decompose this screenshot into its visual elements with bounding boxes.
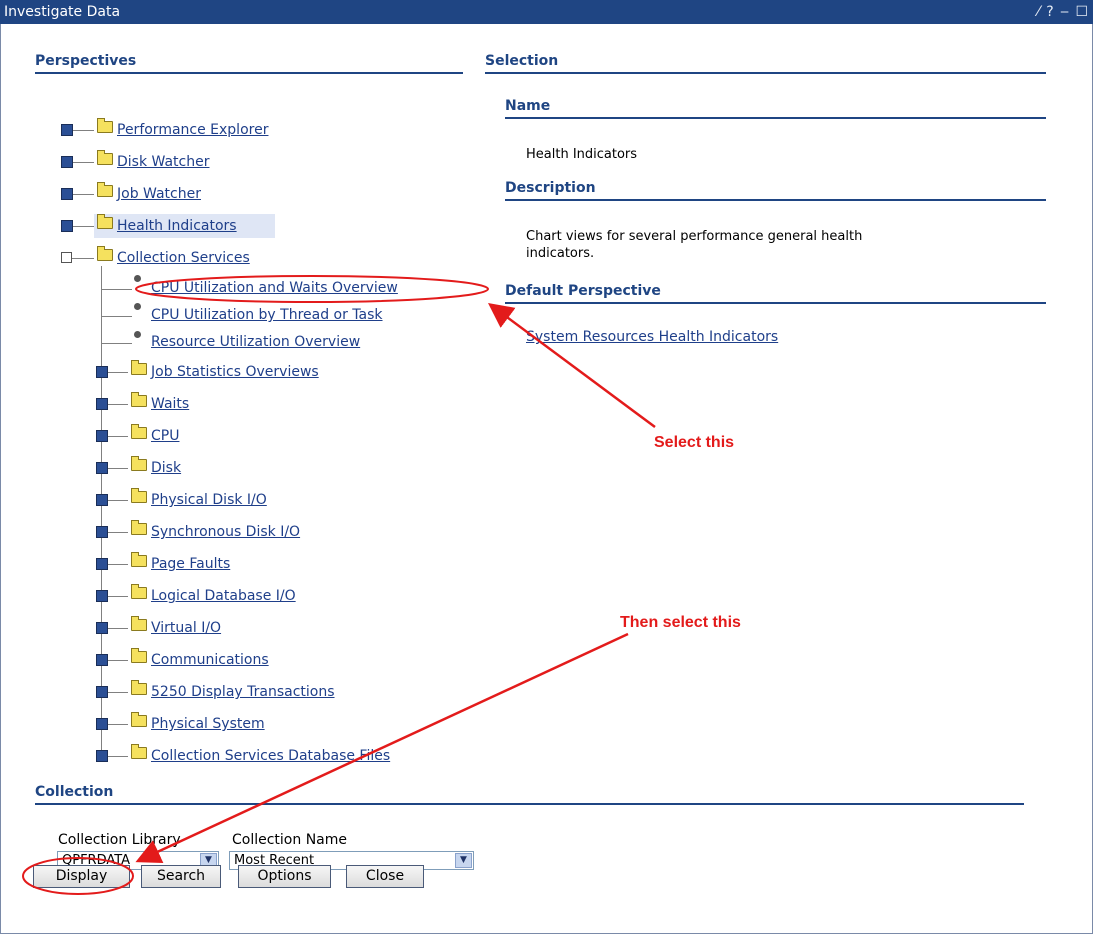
- tree-leaf-resource-utilization[interactable]: Resource Utilization Overview: [151, 334, 360, 350]
- expand-icon[interactable]: [96, 558, 108, 570]
- collection-heading: Collection: [35, 784, 1024, 805]
- tree-item-job-watcher[interactable]: Job Watcher: [117, 186, 201, 202]
- folder-icon: [97, 150, 113, 165]
- display-button[interactable]: Display: [33, 865, 130, 888]
- tree-folder-page-faults[interactable]: Page Faults: [151, 556, 230, 572]
- expand-icon[interactable]: [96, 366, 108, 378]
- folder-icon: [131, 488, 147, 503]
- bullet-icon: [134, 275, 141, 282]
- tree-item-disk-watcher[interactable]: Disk Watcher: [117, 154, 209, 170]
- expand-icon[interactable]: [61, 124, 73, 136]
- folder-icon: [131, 552, 147, 567]
- bullet-icon: [134, 303, 141, 310]
- tree-folder-waits[interactable]: Waits: [151, 396, 189, 412]
- description-line-2: indicators.: [526, 246, 595, 261]
- tree-folder-disk[interactable]: Disk: [151, 460, 181, 476]
- tree-item-health-indicators[interactable]: Health Indicators: [117, 218, 237, 234]
- folder-icon: [97, 214, 113, 229]
- name-heading: Name: [505, 98, 1046, 119]
- tree-folder-virtual-io[interactable]: Virtual I/O: [151, 620, 221, 636]
- expand-icon[interactable]: [61, 188, 73, 200]
- bullet-icon: [134, 331, 141, 338]
- expand-icon[interactable]: [96, 750, 108, 762]
- window-controls-icon[interactable]: ⁄ ? ‒ ☐: [1037, 0, 1089, 24]
- tree-folder-synchronous-disk-io[interactable]: Synchronous Disk I/O: [151, 524, 300, 540]
- expand-icon[interactable]: [96, 462, 108, 474]
- expand-icon[interactable]: [96, 654, 108, 666]
- tree-folder-physical-disk-io[interactable]: Physical Disk I/O: [151, 492, 267, 508]
- tree-folder-physical-system[interactable]: Physical System: [151, 716, 265, 732]
- annotation-select-this: Select this: [654, 434, 735, 451]
- search-button[interactable]: Search: [141, 865, 221, 888]
- expand-icon[interactable]: [96, 622, 108, 634]
- expand-icon[interactable]: [61, 156, 73, 168]
- tree-folder-cpu[interactable]: CPU: [151, 428, 179, 444]
- folder-icon: [131, 424, 147, 439]
- folder-icon: [131, 680, 147, 695]
- description-line-1: Chart views for several performance gene…: [526, 229, 863, 244]
- folder-icon: [131, 712, 147, 727]
- tree-connector: [102, 316, 132, 317]
- tree-folder-collection-services-database-files[interactable]: Collection Services Database Files: [151, 748, 390, 764]
- folder-icon: [131, 648, 147, 663]
- expand-icon[interactable]: [96, 686, 108, 698]
- open-folder-icon: [97, 246, 113, 261]
- expand-icon[interactable]: [96, 718, 108, 730]
- expand-icon[interactable]: [96, 526, 108, 538]
- expand-icon[interactable]: [96, 430, 108, 442]
- tree-connector: [102, 289, 132, 290]
- tree-folder-communications[interactable]: Communications: [151, 652, 269, 668]
- folder-icon: [131, 392, 147, 407]
- options-button[interactable]: Options: [238, 865, 331, 888]
- expand-icon[interactable]: [96, 494, 108, 506]
- tree-folder-5250-display-transactions[interactable]: 5250 Display Transactions: [151, 684, 335, 700]
- folder-icon: [97, 182, 113, 197]
- annotation-then-select-this: Then select this: [620, 614, 741, 631]
- folder-icon: [131, 456, 147, 471]
- tree-folder-job-statistics[interactable]: Job Statistics Overviews: [151, 364, 319, 380]
- tree-connector: [102, 343, 132, 344]
- chevron-down-icon[interactable]: ▼: [455, 853, 472, 868]
- tree-branch-line: [101, 266, 102, 758]
- folder-icon: [131, 360, 147, 375]
- close-button[interactable]: Close: [346, 865, 424, 888]
- folder-icon: [131, 744, 147, 759]
- selection-name-value: Health Indicators: [526, 147, 638, 162]
- folder-icon: [131, 520, 147, 535]
- tree-leaf-cpu-utilization-waits[interactable]: CPU Utilization and Waits Overview: [151, 280, 398, 296]
- default-perspective-heading: Default Perspective: [505, 283, 1046, 304]
- title-bar: Investigate Data ⁄ ? ‒ ☐: [0, 0, 1093, 24]
- tree-item-collection-services[interactable]: Collection Services: [117, 250, 250, 266]
- window-title: Investigate Data: [4, 4, 121, 20]
- description-heading: Description: [505, 180, 1046, 201]
- selection-heading: Selection: [485, 53, 1046, 74]
- collection-name-label: Collection Name: [232, 832, 348, 848]
- tree-folder-logical-database-io[interactable]: Logical Database I/O: [151, 588, 296, 604]
- collapse-icon[interactable]: [61, 252, 72, 263]
- default-perspective-link[interactable]: System Resources Health Indicators: [526, 329, 778, 345]
- expand-icon[interactable]: [96, 398, 108, 410]
- folder-icon: [97, 118, 113, 133]
- tree-item-performance-explorer[interactable]: Performance Explorer: [117, 122, 268, 138]
- tree-leaf-cpu-utilization-thread[interactable]: CPU Utilization by Thread or Task: [151, 307, 383, 323]
- expand-icon[interactable]: [61, 220, 73, 232]
- collection-library-label: Collection Library: [58, 832, 181, 848]
- folder-icon: [131, 616, 147, 631]
- expand-icon[interactable]: [96, 590, 108, 602]
- folder-icon: [131, 584, 147, 599]
- perspectives-heading: Perspectives: [35, 53, 463, 74]
